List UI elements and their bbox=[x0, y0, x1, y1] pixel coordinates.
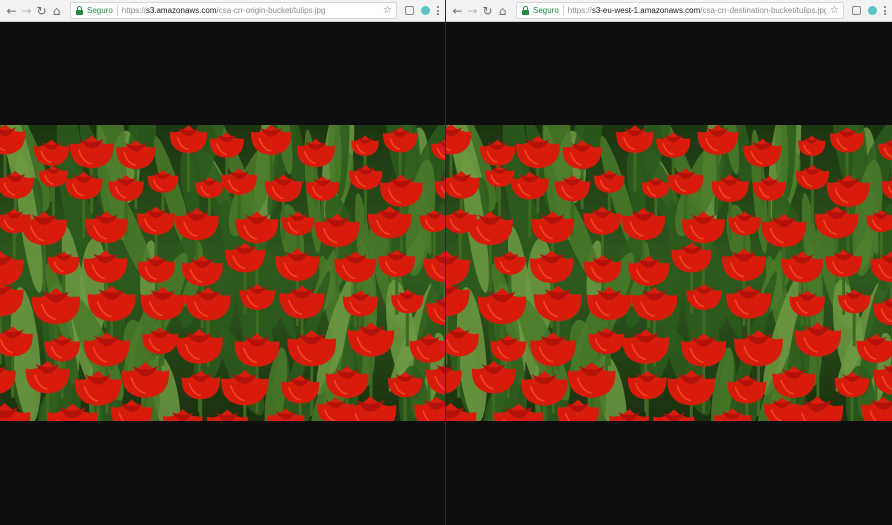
tulips-image bbox=[0, 125, 445, 421]
tulips-image bbox=[446, 125, 892, 421]
destination-browser-window: ← → ↻ ⌂ Seguro https://s3-eu-west-1.amaz… bbox=[446, 0, 892, 525]
url-host: s3.amazonaws.com bbox=[145, 6, 217, 15]
url-underline: s3.amazonaws.com/csa-crr-origin-bucket/t… bbox=[145, 6, 326, 15]
url-separator bbox=[562, 5, 564, 16]
extension-circle-icon[interactable] bbox=[421, 6, 430, 15]
back-arrow-icon[interactable]: ← bbox=[4, 2, 19, 20]
reload-icon[interactable]: ↻ bbox=[34, 2, 49, 20]
browser-toolbar: ← → ↻ ⌂ Seguro https://s3-eu-west-1.amaz… bbox=[446, 0, 892, 22]
kebab-menu-icon[interactable] bbox=[884, 6, 886, 15]
address-bar[interactable]: Seguro https://s3.amazonaws.com/csa-crr-… bbox=[70, 2, 397, 19]
extension-icon[interactable] bbox=[405, 6, 414, 15]
lock-icon bbox=[521, 5, 530, 16]
origin-browser-window: ← → ↻ ⌂ Seguro https://s3.amazonaws.com/… bbox=[0, 0, 445, 525]
tulips-photo bbox=[446, 125, 892, 421]
tulips-photo bbox=[0, 125, 445, 421]
url-scheme: https:// bbox=[567, 6, 592, 15]
home-icon[interactable]: ⌂ bbox=[495, 2, 510, 20]
home-icon[interactable]: ⌂ bbox=[49, 2, 64, 20]
page-viewport bbox=[446, 22, 892, 525]
kebab-menu-icon[interactable] bbox=[437, 6, 439, 15]
url-path: /csa-crr-origin-bucket/tulips.jpg bbox=[216, 6, 326, 15]
url-text[interactable]: https://s3.amazonaws.com/csa-crr-origin-… bbox=[122, 6, 326, 15]
browser-toolbar: ← → ↻ ⌂ Seguro https://s3.amazonaws.com/… bbox=[0, 0, 445, 22]
url-underline: s3-eu-west-1.amazonaws.com/csa-crr-desti… bbox=[591, 6, 827, 15]
forward-arrow-icon[interactable]: → bbox=[465, 2, 480, 20]
extension-icon[interactable] bbox=[852, 6, 861, 15]
url-text[interactable]: https://s3-eu-west-1.amazonaws.com/csa-c… bbox=[567, 6, 827, 15]
url-separator bbox=[116, 5, 118, 16]
url-host: s3-eu-west-1.amazonaws.com bbox=[591, 6, 701, 15]
forward-arrow-icon[interactable]: → bbox=[19, 2, 34, 20]
address-bar[interactable]: Seguro https://s3-eu-west-1.amazonaws.co… bbox=[516, 2, 844, 19]
url-scheme: https:// bbox=[121, 6, 146, 15]
reload-icon[interactable]: ↻ bbox=[480, 2, 495, 20]
secure-label: Seguro bbox=[87, 6, 113, 15]
extension-circle-icon[interactable] bbox=[868, 6, 877, 15]
bookmark-star-icon[interactable]: ☆ bbox=[379, 5, 392, 16]
page-viewport bbox=[0, 22, 445, 525]
bookmark-star-icon[interactable]: ☆ bbox=[826, 5, 839, 16]
lock-icon bbox=[75, 5, 84, 16]
back-arrow-icon[interactable]: ← bbox=[450, 2, 465, 20]
secure-label: Seguro bbox=[533, 6, 559, 15]
url-path: /csa-crr-destination-bucket/tulips.jpg bbox=[700, 6, 827, 15]
